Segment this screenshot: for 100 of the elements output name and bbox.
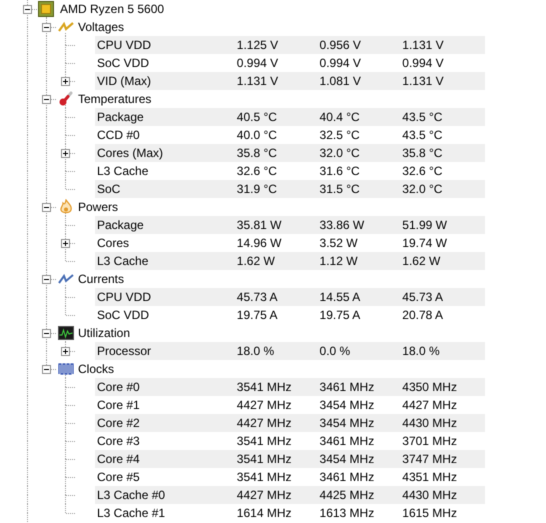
- sensor-value: 4427 MHz: [236, 397, 292, 414]
- sensor-value: 31.9 °C: [236, 181, 278, 198]
- device-name: AMD Ryzen 5 5600: [60, 1, 164, 18]
- sensor-value: 1613 MHz: [320, 505, 376, 522]
- group-label: Temperatures: [78, 91, 152, 108]
- collapse-button[interactable]: [23, 5, 32, 14]
- sensor-value: 4430 MHz: [402, 415, 458, 432]
- collapse-button[interactable]: [42, 203, 51, 212]
- group-label: Clocks: [78, 361, 114, 378]
- group-label: Utilization: [78, 325, 130, 342]
- square-wave-icon: [58, 363, 74, 375]
- sensor-value: 3461 MHz: [320, 433, 376, 450]
- sensor-value: 1.125 V: [236, 37, 280, 54]
- sensor-label: CPU VDD: [96, 37, 152, 54]
- sensor-value: 14.55 A: [320, 289, 362, 306]
- sensor-value: 19.75 A: [236, 307, 279, 324]
- group-label: Currents: [78, 271, 124, 288]
- sensor-value: 18.0 %: [236, 343, 276, 360]
- sensor-value: 0.994 V: [402, 55, 445, 72]
- sensor-label: Core #5: [96, 469, 141, 486]
- flame-icon: [58, 199, 74, 215]
- chip-icon: [38, 1, 54, 17]
- sensor-value: 32.6 °C: [402, 163, 444, 180]
- sensor-label: Package: [96, 217, 145, 234]
- sensor-value: 35.8 °C: [402, 145, 444, 162]
- sensor-value: 4425 MHz: [320, 487, 376, 504]
- expand-button[interactable]: [61, 239, 70, 248]
- sensor-value: 4427 MHz: [402, 397, 458, 414]
- sensor-label: SoC VDD: [96, 55, 150, 72]
- sensor-label: CPU VDD: [96, 289, 152, 306]
- collapse-button[interactable]: [42, 23, 51, 32]
- sensor-value: 40.0 °C: [236, 127, 278, 144]
- sensor-value: 32.6 °C: [236, 163, 278, 180]
- collapse-button[interactable]: [42, 329, 51, 338]
- sensor-value: 0.956 V: [320, 37, 362, 54]
- sensor-value: 3454 MHz: [320, 451, 376, 468]
- sensor-value: 35.81 W: [236, 217, 282, 234]
- sensor-value: 3461 MHz: [320, 469, 376, 486]
- sensor-label: L3 Cache: [96, 253, 150, 270]
- sensor-label: Core #4: [96, 451, 141, 468]
- sensor-label: L3 Cache #0: [96, 487, 166, 504]
- minus-icon: [43, 366, 50, 373]
- sensor-value: 3541 MHz: [236, 379, 292, 396]
- sensor-label: SoC VDD: [96, 307, 150, 324]
- sensor-value: 3461 MHz: [320, 379, 376, 396]
- sensor-value: 43.5 °C: [402, 127, 444, 144]
- sensor-value: 1.131 V: [402, 73, 445, 90]
- sensor-value: 4351 MHz: [402, 469, 458, 486]
- sensor-value: 33.86 W: [320, 217, 366, 234]
- sensor-value: 43.5 °C: [402, 109, 444, 126]
- sensor-value: 1614 MHz: [236, 505, 292, 522]
- sensor-value: 0.994 V: [236, 55, 280, 72]
- sensor-value: 4427 MHz: [236, 487, 292, 504]
- collapse-button[interactable]: [42, 95, 51, 104]
- sensor-value: 4427 MHz: [236, 415, 292, 432]
- expand-button[interactable]: [61, 149, 70, 158]
- plus-icon: [62, 240, 69, 247]
- minus-icon: [43, 330, 50, 337]
- sensor-label: L3 Cache: [96, 163, 150, 180]
- sensor-value: 3454 MHz: [320, 415, 376, 432]
- sensor-value: 31.6 °C: [320, 163, 361, 180]
- minus-icon: [43, 276, 50, 283]
- sensor-value: 40.5 °C: [236, 109, 278, 126]
- sensor-value: 4430 MHz: [402, 487, 458, 504]
- sensor-value: 45.73 A: [236, 289, 279, 306]
- plus-icon: [62, 78, 69, 85]
- expand-button[interactable]: [61, 347, 70, 356]
- sensor-label: L3 Cache #1: [96, 505, 166, 522]
- sensor-value: 3.52 W: [320, 235, 359, 252]
- sensor-value: 3541 MHz: [236, 451, 292, 468]
- minus-icon: [43, 24, 50, 31]
- expand-button[interactable]: [61, 77, 70, 86]
- sensor-label: VID (Max): [96, 73, 152, 90]
- plus-icon: [62, 150, 69, 157]
- sensor-label: Core #3: [96, 433, 141, 450]
- sensor-value: 1615 MHz: [402, 505, 458, 522]
- sensor-value: 40.4 °C: [320, 109, 361, 126]
- sensor-value: 3701 MHz: [402, 433, 458, 450]
- sensor-value: 3454 MHz: [320, 397, 376, 414]
- sensor-value: 19.75 A: [320, 307, 362, 324]
- sensor-value: 45.73 A: [402, 289, 444, 306]
- sensor-value: 14.96 W: [236, 235, 282, 252]
- minus-icon: [43, 204, 50, 211]
- sensor-label: Cores (Max): [96, 145, 164, 162]
- minus-icon: [43, 96, 50, 103]
- sensor-value: 1.12 W: [320, 253, 359, 270]
- sensor-label: Core #1: [96, 397, 141, 414]
- sensor-value: 1.62 W: [402, 253, 442, 270]
- collapse-button[interactable]: [42, 365, 51, 374]
- sensor-label: SoC: [96, 181, 122, 198]
- sensor-value: 20.78 A: [402, 307, 444, 324]
- sensor-label: Core #0: [96, 379, 141, 396]
- voltage-zigzag-icon: [58, 21, 74, 33]
- sensor-value: 18.0 %: [402, 343, 441, 360]
- sensor-value: 0.994 V: [320, 55, 362, 72]
- collapse-button[interactable]: [42, 275, 51, 284]
- monitor-graph-icon: [58, 326, 74, 340]
- current-zigzag-icon: [58, 273, 74, 285]
- sensor-value: 3541 MHz: [236, 469, 292, 486]
- sensor-value: 1.131 V: [236, 73, 280, 90]
